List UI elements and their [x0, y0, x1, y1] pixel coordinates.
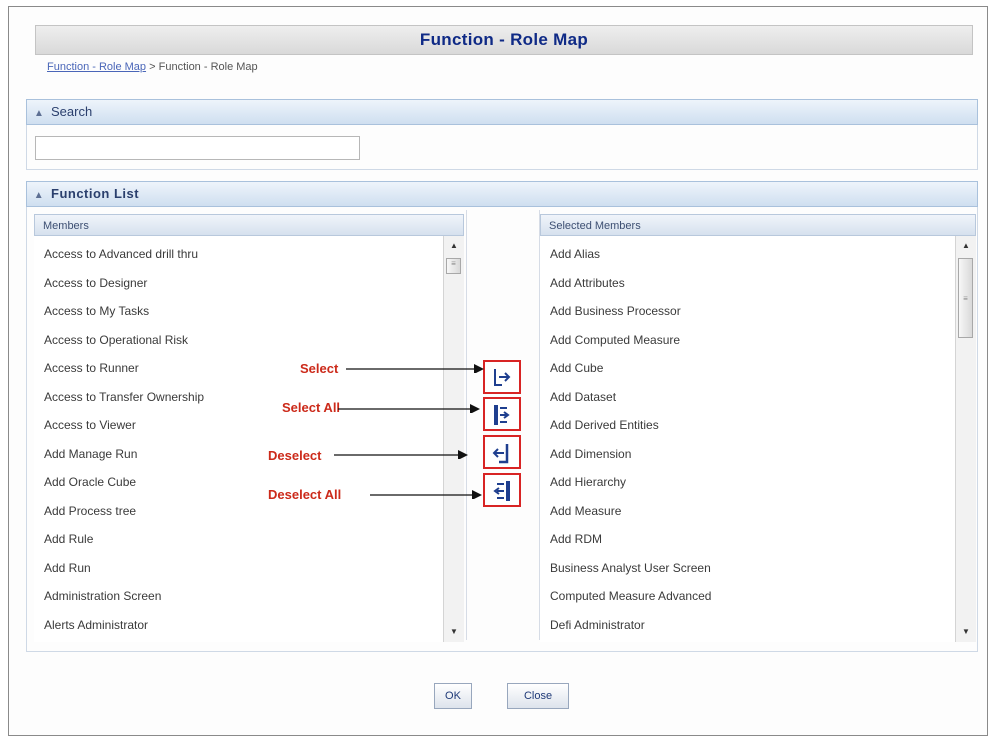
deselect-icon [492, 444, 509, 464]
selected-items: Add Alias Add Attributes Add Business Pr… [540, 240, 954, 640]
members-items: Access to Advanced drill thru Access to … [34, 240, 442, 640]
deselect-arrow-icon [334, 450, 468, 459]
list-item[interactable]: Add Dimension [540, 440, 954, 469]
list-item[interactable]: Add Hierarchy [540, 468, 954, 497]
members-header: Members [34, 214, 464, 236]
scroll-up-arrow-icon[interactable]: ▲ [956, 238, 976, 254]
collapse-caret-icon[interactable]: ▲ [27, 184, 51, 208]
selected-members-header: Selected Members [540, 214, 976, 236]
selected-members-list: Selected Members Add Alias Add Attribute… [540, 214, 976, 642]
list-item[interactable]: Access to Operational Risk [34, 326, 442, 355]
list-item[interactable]: Defi Administrator [540, 611, 954, 640]
deselect-button[interactable] [483, 435, 521, 469]
list-item[interactable]: Business Analyst User Screen [540, 554, 954, 583]
ok-button[interactable]: OK [434, 683, 472, 709]
list-item[interactable]: Administration Screen [34, 582, 442, 611]
search-input[interactable] [35, 136, 360, 160]
list-item[interactable]: Add RDM [540, 525, 954, 554]
list-item[interactable]: Add Measure [540, 497, 954, 526]
list-item[interactable]: Add Dataset [540, 383, 954, 412]
breadcrumb-current: Function - Role Map [158, 61, 258, 73]
function-list-section-label: Function List [51, 186, 140, 201]
members-list: Members Access to Advanced drill thru Ac… [34, 214, 464, 642]
list-item[interactable]: Access to My Tasks [34, 297, 442, 326]
scroll-up-arrow-icon[interactable]: ▲ [444, 238, 464, 254]
selected-scrollbar[interactable]: ▲ ≡ ▼ [955, 236, 976, 642]
list-item[interactable]: Add Derived Entities [540, 411, 954, 440]
select-all-arrow-icon [338, 404, 480, 413]
collapse-caret-icon[interactable]: ▲ [27, 102, 51, 126]
list-item[interactable]: Add Computed Measure [540, 326, 954, 355]
close-button[interactable]: Close [507, 683, 569, 709]
list-item[interactable]: Add Rule [34, 525, 442, 554]
list-item[interactable]: Access to Advanced drill thru [34, 240, 442, 269]
deselect-all-annotation: Deselect All [268, 487, 342, 502]
breadcrumb: Function - Role Map > Function - Role Ma… [47, 61, 258, 73]
select-arrow-icon [346, 364, 484, 373]
list-item[interactable]: Add Business Processor [540, 297, 954, 326]
scroll-down-arrow-icon[interactable]: ▼ [444, 624, 464, 640]
select-all-annotation: Select All [282, 400, 341, 415]
select-annotation: Select [300, 361, 339, 376]
select-button[interactable] [483, 360, 521, 394]
list-item[interactable]: Add Alias [540, 240, 954, 269]
list-item[interactable]: Add Process tree [34, 497, 442, 526]
search-section-label: Search [51, 104, 93, 119]
deselect-all-button[interactable] [483, 473, 521, 507]
select-all-button[interactable] [483, 397, 521, 431]
scroll-thumb[interactable]: ≡ [446, 258, 461, 274]
function-list-section-header[interactable]: ▲ Function List [26, 181, 978, 207]
list-item[interactable]: Computed Measure Advanced [540, 582, 954, 611]
members-scrollbar[interactable]: ▲ ≡ ▼ [443, 236, 464, 642]
deselect-all-arrow-icon [370, 490, 482, 499]
select-all-icon [494, 405, 510, 425]
list-item[interactable]: Access to Designer [34, 269, 442, 298]
list-item[interactable]: Alerts Administrator [34, 611, 442, 640]
list-item[interactable]: Add Run [34, 554, 442, 583]
search-section-header[interactable]: ▲ Search [26, 99, 978, 125]
deselect-all-icon [493, 481, 510, 501]
page-title: Function - Role Map [35, 25, 973, 55]
list-item[interactable]: Add Attributes [540, 269, 954, 298]
deselect-annotation: Deselect [268, 448, 322, 463]
select-icon [494, 369, 511, 386]
breadcrumb-link[interactable]: Function - Role Map [47, 61, 146, 73]
list-item[interactable]: Access to Viewer [34, 411, 442, 440]
scroll-thumb[interactable]: ≡ [958, 258, 973, 338]
breadcrumb-separator: > [149, 61, 156, 73]
scroll-down-arrow-icon[interactable]: ▼ [956, 624, 976, 640]
list-item[interactable]: Add Cube [540, 354, 954, 383]
